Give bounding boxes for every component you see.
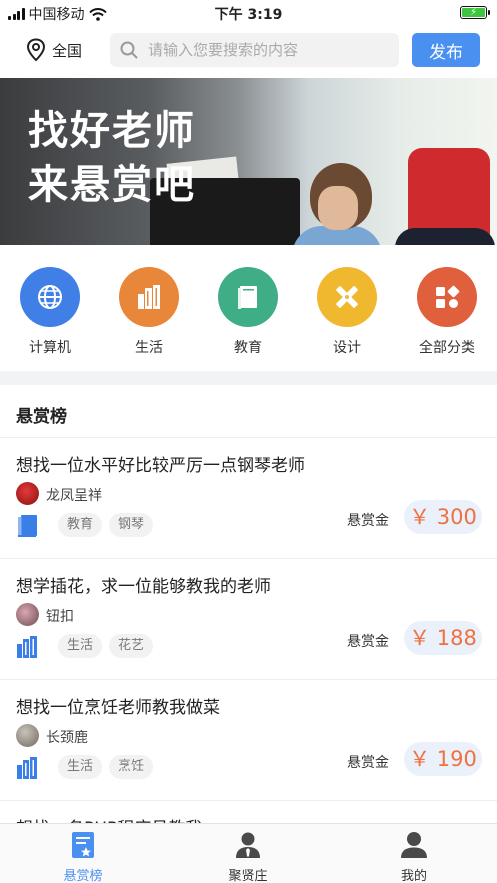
tab-label: 我的: [400, 869, 427, 883]
tab-label: 悬赏榜: [63, 869, 103, 883]
battery-icon: ⚡: [460, 6, 490, 19]
publish-button[interactable]: 发布: [412, 33, 480, 67]
bounty-tag: 烹饪: [109, 755, 154, 779]
reward-label: 悬赏金: [347, 755, 389, 771]
search-input[interactable]: [148, 41, 388, 59]
location-selector[interactable]: 全国: [26, 38, 82, 62]
book-icon: [238, 286, 257, 309]
bounty-board-icon: [72, 832, 94, 858]
bounty-tag: 钢琴: [109, 513, 154, 537]
bounty-tag: 生活: [58, 755, 103, 779]
category-label: 全部分类: [419, 340, 475, 356]
avatar: [16, 482, 39, 505]
globe-icon: [38, 285, 62, 309]
bounty-title: 想找一位水平好比较严厉一点钢琴老师: [16, 456, 305, 476]
section-title: 悬赏榜: [16, 407, 67, 427]
reward-label: 悬赏金: [347, 634, 389, 650]
tab-bounty-board[interactable]: 悬赏榜: [33, 830, 133, 883]
bounty-title: 想学插花，求一位能够教我的老师: [16, 577, 271, 597]
reward-amount: ￥ 300: [404, 500, 482, 534]
book-icon: [18, 515, 37, 537]
bounty-tag: 花艺: [109, 634, 154, 658]
reward-label: 悬赏金: [347, 513, 389, 529]
category-all[interactable]: 全部分类: [402, 267, 492, 357]
category-design[interactable]: 设计: [302, 267, 392, 357]
category-life[interactable]: 生活: [104, 267, 194, 357]
design-tools-icon: [336, 286, 358, 308]
grid-shapes-icon: [436, 285, 460, 308]
bounty-tag: 教育: [58, 513, 103, 537]
status-time: 下午 3:19: [214, 7, 283, 23]
user-icon: [401, 832, 427, 858]
category-label: 生活: [135, 340, 163, 356]
buildings-icon: [138, 285, 160, 309]
tab-label: 聚贤庄: [228, 869, 268, 883]
location-pin-icon: [26, 38, 46, 62]
header: 全国 发布: [0, 30, 497, 70]
category-computer[interactable]: 计算机: [5, 267, 95, 357]
app-screen: 中国移动 下午 3:19 ⚡ 全国 发布: [0, 0, 497, 883]
bounty-tag: 生活: [58, 634, 103, 658]
person-tie-icon: [236, 832, 260, 858]
banner-headline-2: 来悬赏吧: [28, 162, 196, 208]
bounty-user: 长颈鹿: [46, 730, 88, 746]
status-bar: 中国移动 下午 3:19 ⚡: [0, 0, 497, 26]
category-label: 设计: [333, 340, 361, 356]
promo-banner[interactable]: 找好老师 来悬赏吧: [0, 78, 497, 245]
buildings-icon: [17, 636, 37, 658]
category-education[interactable]: 教育: [203, 267, 293, 357]
bounty-user: 钮扣: [46, 609, 74, 625]
search-bar[interactable]: [110, 33, 399, 67]
reward-amount: ￥ 190: [404, 742, 482, 776]
category-label: 教育: [234, 340, 262, 356]
bounty-item[interactable]: 想学插花，求一位能够教我的老师 钮扣 生活 花艺 悬赏金 ￥ 188: [0, 559, 497, 680]
tab-mine[interactable]: 我的: [364, 830, 464, 883]
buildings-icon: [17, 757, 37, 779]
bounty-title: 想找一位烹饪老师教我做菜: [16, 698, 220, 718]
bounty-item[interactable]: 想找一位烹饪老师教我做菜 长颈鹿 生活 烹饪 悬赏金 ￥ 190: [0, 680, 497, 801]
search-icon: [120, 41, 138, 59]
location-label: 全国: [52, 41, 83, 60]
reward-amount: ￥ 188: [404, 621, 482, 655]
tab-talent-hall[interactable]: 聚贤庄: [198, 830, 298, 883]
category-label: 计算机: [29, 340, 71, 356]
tab-bar: 悬赏榜 聚贤庄 我的: [0, 823, 497, 883]
section-divider: [0, 371, 497, 385]
banner-headline-1: 找好老师: [28, 108, 196, 154]
bounty-item[interactable]: 想找一位水平好比较严厉一点钢琴老师 龙凤呈祥 教育 钢琴 悬赏金 ￥ 300: [0, 438, 497, 559]
bounty-user: 龙凤呈祥: [46, 488, 102, 504]
avatar: [16, 603, 39, 626]
avatar: [16, 724, 39, 747]
